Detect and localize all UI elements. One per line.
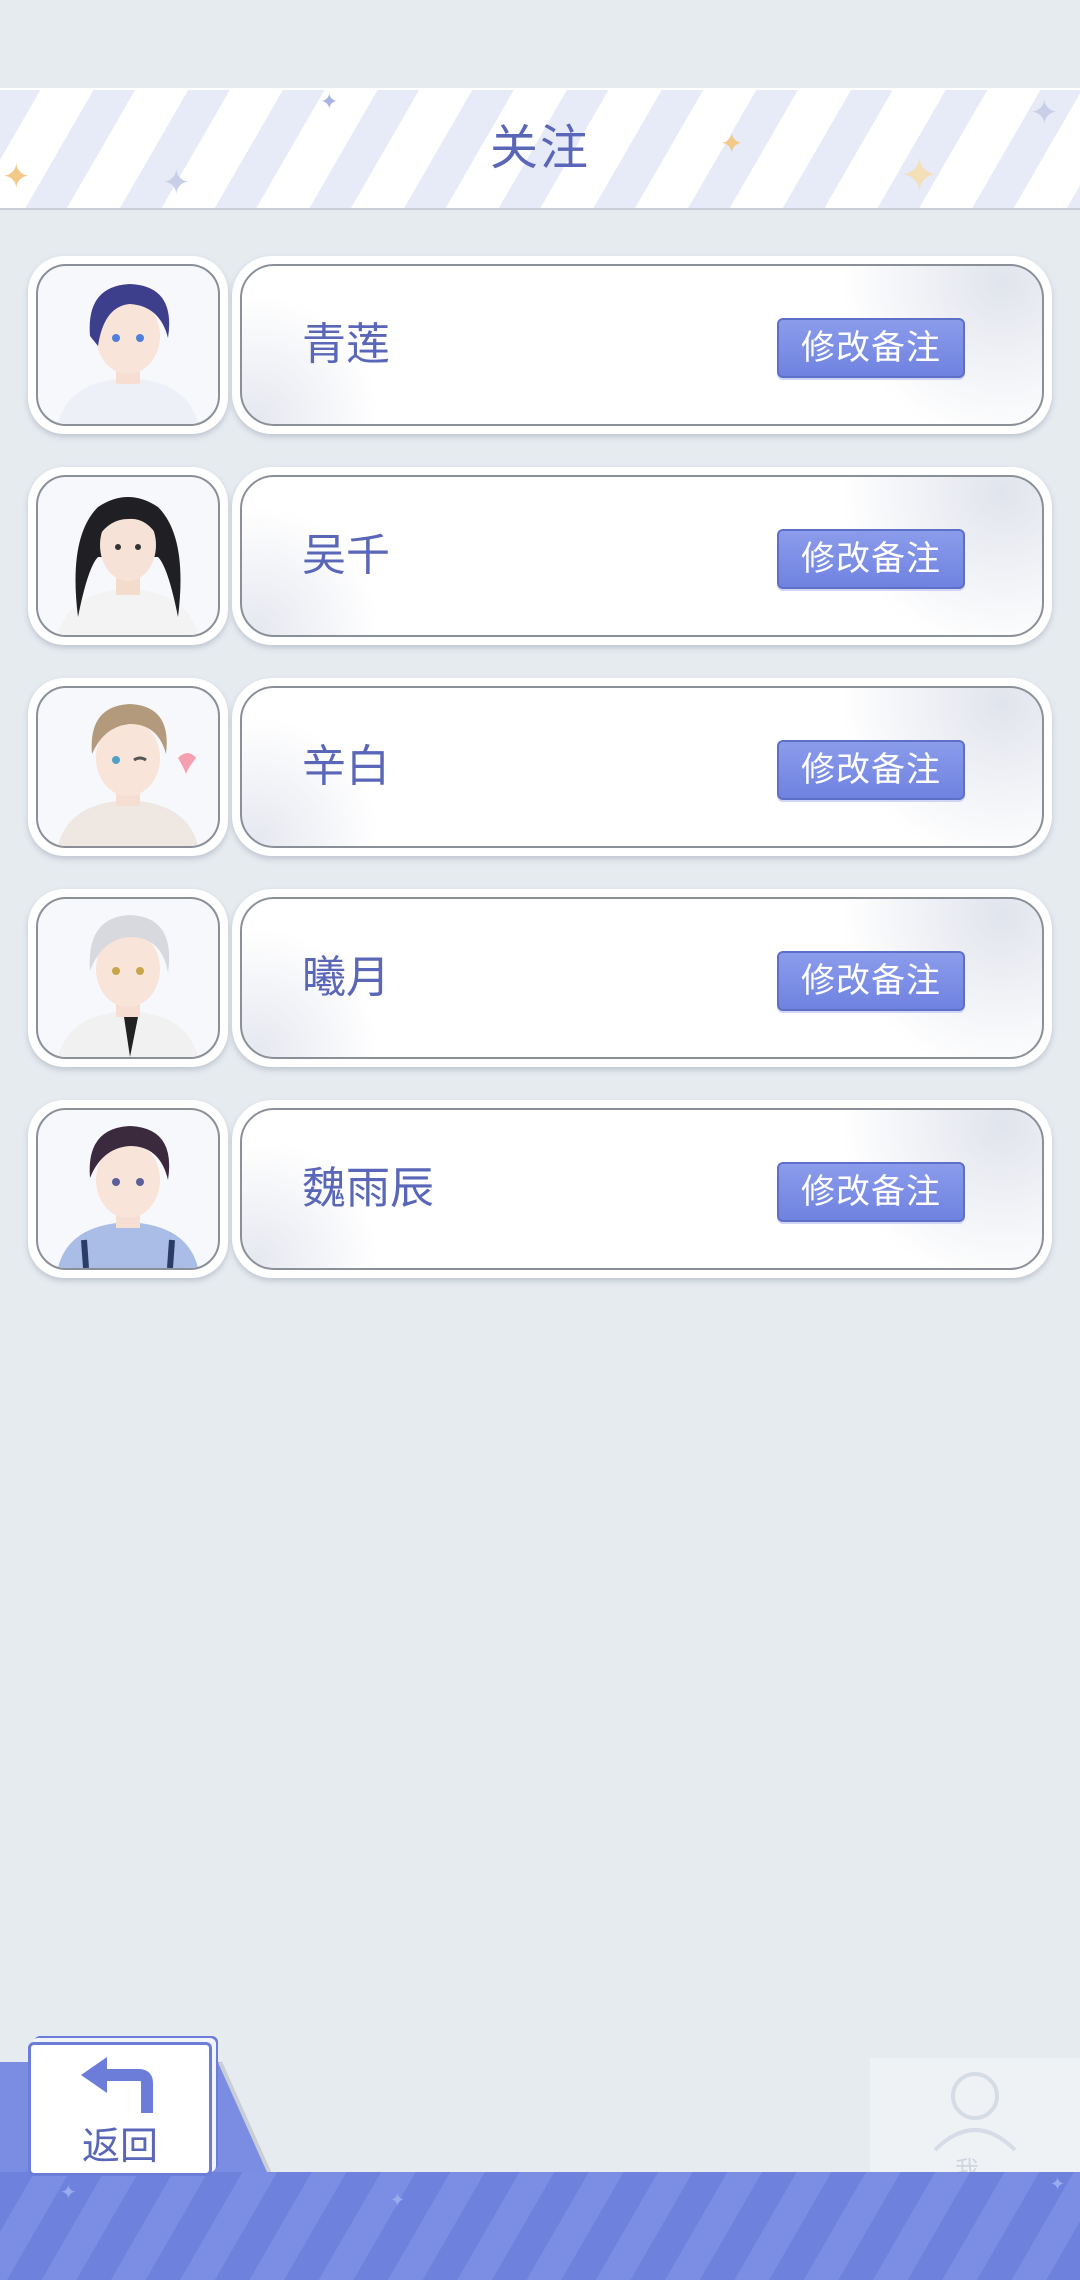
follow-name: 吴千 xyxy=(302,530,390,581)
sparkle-icon: ✦ xyxy=(60,2180,77,2204)
follow-row: 曦月 修改备注 xyxy=(28,889,1052,1067)
portrait-icon xyxy=(58,1126,198,1268)
follow-name: 魏雨辰 xyxy=(302,1163,434,1214)
edit-note-button[interactable]: 修改备注 xyxy=(777,951,965,1011)
follow-card: 青莲 修改备注 xyxy=(232,256,1052,434)
follow-card: 曦月 修改备注 xyxy=(232,889,1052,1067)
edit-note-button[interactable]: 修改备注 xyxy=(777,740,965,800)
return-arrow-icon xyxy=(81,2057,153,2113)
bottom-bar: ✦ ✦ ✦ xyxy=(0,2172,1080,2280)
page-header: ✦ ✦ ✦ ✦ ✦ ✦ 关注 xyxy=(0,88,1080,210)
avatar[interactable] xyxy=(28,678,228,856)
portrait-icon xyxy=(58,284,198,424)
sparkle-icon: ✦ xyxy=(1050,2174,1066,2195)
follow-row: 魏雨辰 修改备注 xyxy=(28,1100,1052,1278)
follow-row: 吴千 修改备注 xyxy=(28,467,1052,645)
portrait-icon xyxy=(58,497,198,635)
sparkle-icon: ✦ xyxy=(390,2190,406,2211)
edit-note-button[interactable]: 修改备注 xyxy=(777,1162,965,1222)
avatar[interactable] xyxy=(28,256,228,434)
avatar[interactable] xyxy=(28,467,228,645)
edit-note-button[interactable]: 修改备注 xyxy=(777,529,965,589)
page-title: 关注 xyxy=(489,120,590,176)
avatar[interactable] xyxy=(28,1100,228,1278)
follow-row: 辛白 修改备注 xyxy=(28,678,1052,856)
follow-card: 吴千 修改备注 xyxy=(232,467,1052,645)
follow-row: 青莲 修改备注 xyxy=(28,256,1052,434)
follow-name: 青莲 xyxy=(302,319,390,370)
follow-card: 魏雨辰 修改备注 xyxy=(232,1100,1052,1278)
follow-card: 辛白 修改备注 xyxy=(232,678,1052,856)
avatar[interactable] xyxy=(28,889,228,1067)
back-button[interactable]: 返回 xyxy=(28,2042,212,2176)
portrait-icon xyxy=(58,704,198,846)
follow-name: 辛白 xyxy=(302,741,390,792)
portrait-icon xyxy=(58,915,198,1057)
follow-name: 曦月 xyxy=(302,952,390,1003)
edit-note-button[interactable]: 修改备注 xyxy=(777,318,965,378)
back-label: 返回 xyxy=(81,2124,158,2168)
